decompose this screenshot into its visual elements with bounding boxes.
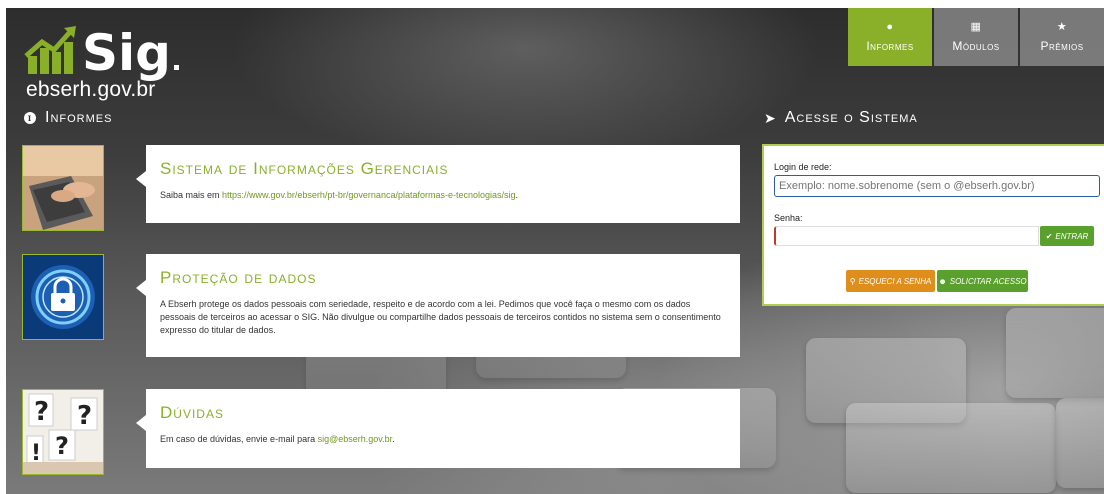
nav-label: Prêmios (1040, 38, 1084, 53)
password-input[interactable] (774, 226, 1040, 246)
request-access-button[interactable]: ☻ SOLICITAR ACESSO (937, 270, 1028, 292)
logo-graphic: Sig (24, 24, 179, 82)
informes-heading: i Informes (24, 109, 112, 127)
enter-label: ENTRAR (1055, 231, 1089, 241)
top-nav: ● Informes ▦ Módulos ★ Prêmios (846, 8, 1104, 66)
card-text: Em caso de dúvidas, envie e-mail para si… (160, 433, 726, 446)
enter-button[interactable]: ✔ ENTRAR (1040, 226, 1094, 246)
padlock-security-image (22, 254, 104, 340)
informes-title: Informes (45, 109, 113, 126)
grid-icon: ▦ (970, 20, 982, 33)
nav-modulos[interactable]: ▦ Módulos (934, 8, 1018, 66)
info-card-questions: Dúvidas Em caso de dúvidas, envie e-mail… (136, 389, 740, 468)
password-row: ✔ ENTRAR (774, 226, 1094, 246)
check-icon: ✔ (1045, 231, 1053, 241)
username-input[interactable] (774, 175, 1100, 197)
card-title: Proteção de dados (160, 268, 317, 287)
card-title: Sistema de Informações Gerenciais (160, 159, 449, 178)
forgot-password-button[interactable]: ⚲ ESQUECI A SENHA (846, 270, 935, 292)
keyboard-key-decor (1056, 398, 1104, 488)
trophy-icon: ★ (1056, 20, 1068, 33)
laptop-typing-image (22, 145, 104, 231)
key-icon: ⚲ (849, 276, 856, 286)
support-email-link[interactable]: sig@ebserh.gov.br (318, 434, 393, 444)
nav-informes[interactable]: ● Informes (848, 8, 932, 66)
card-text: Saiba mais em https://www.gov.br/ebserh/… (160, 189, 726, 202)
nav-label: Módulos (952, 38, 1000, 53)
svg-text:?: ? (77, 401, 92, 431)
svg-text:?: ? (34, 397, 49, 427)
password-label: Senha: (774, 213, 803, 223)
info-icon: i (24, 112, 36, 124)
logo-text: Sig (82, 24, 171, 82)
login-actions: ⚲ ESQUECI A SENHA ☻ SOLICITAR ACESSO (846, 270, 1028, 292)
nav-label: Informes (866, 38, 914, 53)
question-marks-image: ? ? ? ! (22, 389, 104, 475)
info-card-data-protection: Proteção de dados A Ebserh protege os da… (136, 254, 740, 357)
logo-domain: ebserh.gov.br (26, 78, 156, 101)
request-access-label: SOLICITAR ACESSO (949, 276, 1027, 286)
nav-premios[interactable]: ★ Prêmios (1020, 8, 1104, 66)
user-icon: ☻ (938, 276, 947, 286)
login-heading: ➤ Acesse o Sistema (764, 109, 918, 127)
card-text-part: Saiba mais em (160, 190, 223, 200)
card-text-part: Em caso de dúvidas, envie e-mail para (160, 434, 318, 444)
card-title: Dúvidas (160, 403, 224, 422)
forgot-password-label: ESQUECI A SENHA (858, 276, 932, 286)
card-text: A Ebserh protege os dados pessoais com s… (160, 299, 721, 335)
card-text-part: . (392, 434, 395, 444)
page-background: Sig ebserh.gov.br ● Informes ▦ Módulos ★… (6, 8, 1104, 494)
svg-text:?: ? (55, 432, 69, 460)
card-text-part: . (515, 190, 519, 200)
info-card-sig: Sistema de Informações Gerenciais Saiba … (136, 145, 740, 223)
sig-logo[interactable]: Sig ebserh.gov.br (24, 22, 189, 101)
username-label: Login de rede: (774, 162, 832, 172)
keyboard-key-decor (846, 403, 1056, 493)
keyboard-key-decor (1006, 308, 1104, 398)
login-panel: Login de rede: Senha: ✔ ENTRAR ⚲ ESQUECI… (762, 144, 1104, 306)
sig-info-link[interactable]: https://www.gov.br/ebserh/pt-br/governan… (222, 190, 515, 200)
login-title: Acesse o Sistema (784, 109, 918, 126)
info-icon: ● (886, 20, 894, 33)
sign-in-icon: ➤ (764, 109, 777, 126)
